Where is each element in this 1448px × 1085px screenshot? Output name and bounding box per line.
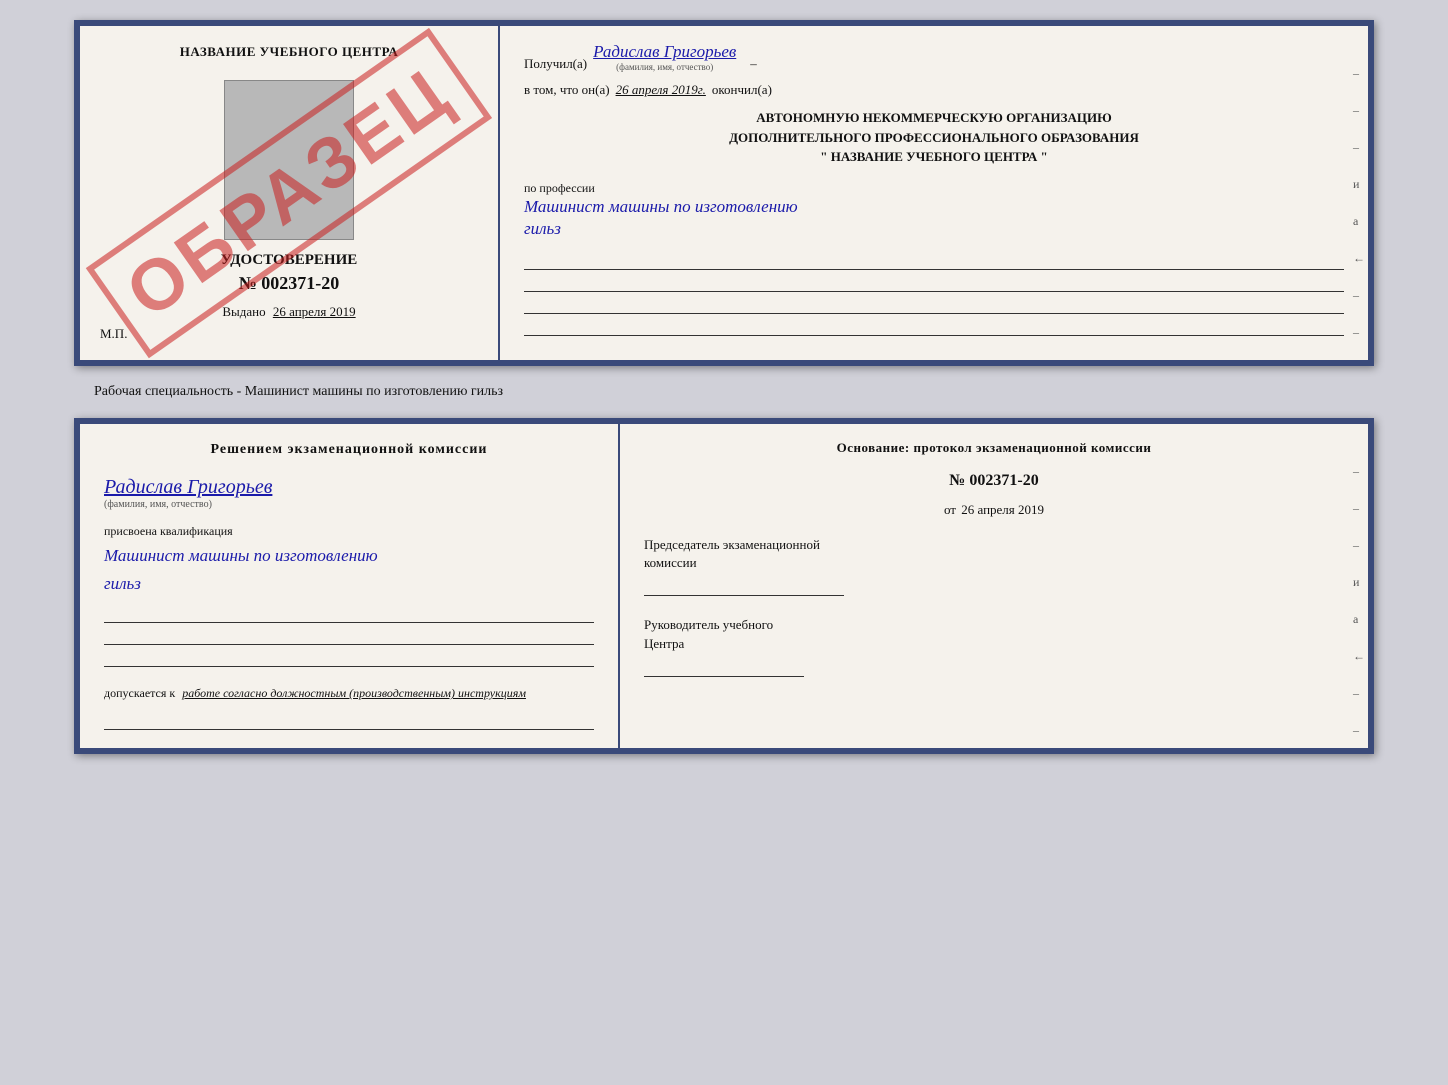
bmark6: ←: [1353, 649, 1365, 664]
mark3: –: [1353, 140, 1365, 155]
ot-label: от: [944, 502, 956, 517]
dash1: –: [750, 56, 757, 72]
org-block: АВТОНОМНУЮ НЕКОММЕРЧЕСКУЮ ОРГАНИЗАЦИЮ ДО…: [524, 108, 1344, 167]
rukov-title: Руководитель учебного: [644, 616, 1344, 634]
predsed-title: Председатель экзаменационной: [644, 536, 1344, 554]
mark7: –: [1353, 288, 1365, 303]
dopuskaetsya-block: допускается к работе согласно должностны…: [104, 685, 594, 702]
vtom-row: в том, что он(а) 26 апреля 2019г. окончи…: [524, 82, 1344, 98]
bl-line4: [104, 712, 594, 730]
top-doc-left: НАЗВАНИЕ УЧЕБНОГО ЦЕНТРА ОБРАЗЕЦ УДОСТОВ…: [80, 26, 500, 360]
osnov-title: Основание: протокол экзаменационной коми…: [644, 440, 1344, 456]
bottom-doc-left: Решением экзаменационной комиссии Радисл…: [80, 424, 620, 748]
bmark2: –: [1353, 501, 1365, 516]
org-line2: ДОПОЛНИТЕЛЬНОГО ПРОФЕССИОНАЛЬНОГО ОБРАЗО…: [524, 128, 1344, 148]
mp-label: М.П.: [100, 326, 127, 342]
bottom-document: Решением экзаменационной комиссии Радисл…: [74, 418, 1374, 754]
dopuskaetsya-label: допускается к: [104, 686, 175, 700]
rukov-sub: Центра: [644, 635, 1344, 653]
completed-date: 26 апреля 2019г.: [616, 82, 706, 98]
predsed-label: Председатель экзаменационной комиссии: [644, 536, 1344, 596]
ot-date: от 26 апреля 2019: [644, 502, 1344, 518]
name-label: (фамилия, имя, отчество): [616, 62, 713, 72]
rukov-label: Руководитель учебного Центра: [644, 616, 1344, 676]
protocol-number: № 002371-20: [644, 472, 1344, 490]
mark5: а: [1353, 214, 1365, 229]
bottom-person-name: Радислав Григорьев: [104, 476, 272, 499]
vydano-label: Выдано: [222, 304, 265, 319]
udost-number: № 002371-20: [239, 273, 340, 294]
bmark5: а: [1353, 612, 1365, 627]
bl-line1: [104, 605, 594, 623]
resheniem-title: Решением экзаменационной комиссии: [104, 442, 594, 458]
bmark3: –: [1353, 538, 1365, 553]
mark6: ←: [1353, 251, 1365, 266]
line1: [524, 252, 1344, 270]
predsed-sign-line: [644, 576, 844, 596]
kvalif-name2: гильз: [104, 573, 594, 595]
top-doc-right: Получил(а) Радислав Григорьев (фамилия, …: [500, 26, 1368, 360]
bottom-doc-right: Основание: протокол экзаменационной коми…: [620, 424, 1368, 693]
recipient-name: Радислав Григорьев: [593, 42, 736, 62]
bmark8: –: [1353, 723, 1365, 738]
profession-name2: гильз: [524, 218, 1344, 240]
poluchil-row: Получил(а) Радислав Григорьев (фамилия, …: [524, 42, 1344, 72]
profession-name: Машинист машины по изготовлению: [524, 196, 1344, 218]
kvalif-name: Машинист машины по изготовлению: [104, 545, 594, 567]
po-professii-label: по профессии Машинист машины по изготовл…: [524, 177, 1344, 240]
bmark4: и: [1353, 575, 1365, 590]
rukov-sign-line: [644, 657, 804, 677]
predsed-sub: комиссии: [644, 554, 1344, 572]
vydano-line: Выдано 26 апреля 2019: [100, 304, 478, 320]
mark4: и: [1353, 177, 1365, 192]
top-left-title: НАЗВАНИЕ УЧЕБНОГО ЦЕНТРА: [180, 44, 399, 60]
mark2: –: [1353, 103, 1365, 118]
vydano-date: 26 апреля 2019: [273, 304, 356, 319]
mark8: –: [1353, 325, 1365, 340]
bmark1: –: [1353, 464, 1365, 479]
org-line1: АВТОНОМНУЮ НЕКОММЕРЧЕСКУЮ ОРГАНИЗАЦИЮ: [524, 108, 1344, 128]
bottom-name-label: (фамилия, имя, отчество): [104, 499, 212, 510]
top-document: НАЗВАНИЕ УЧЕБНОГО ЦЕНТРА ОБРАЗЕЦ УДОСТОВ…: [74, 20, 1374, 366]
okonchil-label: окончил(а): [712, 82, 772, 98]
vtom-prefix: в том, что он(а): [524, 82, 610, 98]
line3: [524, 296, 1344, 314]
right-lines: [524, 252, 1344, 336]
org-line3: " НАЗВАНИЕ УЧЕБНОГО ЦЕНТРА ": [524, 147, 1344, 167]
photo-placeholder: [224, 80, 354, 240]
line4: [524, 318, 1344, 336]
between-label: Рабочая специальность - Машинист машины …: [20, 384, 503, 400]
line2: [524, 274, 1344, 292]
bottom-side-marks: – – – и а ← – –: [1353, 464, 1368, 738]
side-marks: – – – и а ← – –: [1353, 66, 1368, 340]
bottom-right-wrap: Основание: протокол экзаменационной коми…: [620, 424, 1368, 748]
prisvoyena-label: присвоена квалификация: [104, 524, 594, 539]
po-professii: по профессии: [524, 181, 1344, 196]
protocol-date: 26 апреля 2019: [961, 502, 1044, 517]
dopusk-text: работе согласно должностным (производств…: [182, 686, 526, 700]
bottom-left-lines: [104, 605, 594, 667]
udost-title: УДОСТОВЕРЕНИЕ: [221, 252, 358, 269]
mark1: –: [1353, 66, 1365, 81]
bl-line2: [104, 627, 594, 645]
bl-line3: [104, 649, 594, 667]
bmark7: –: [1353, 686, 1365, 701]
poluchil-label: Получил(а): [524, 56, 587, 72]
